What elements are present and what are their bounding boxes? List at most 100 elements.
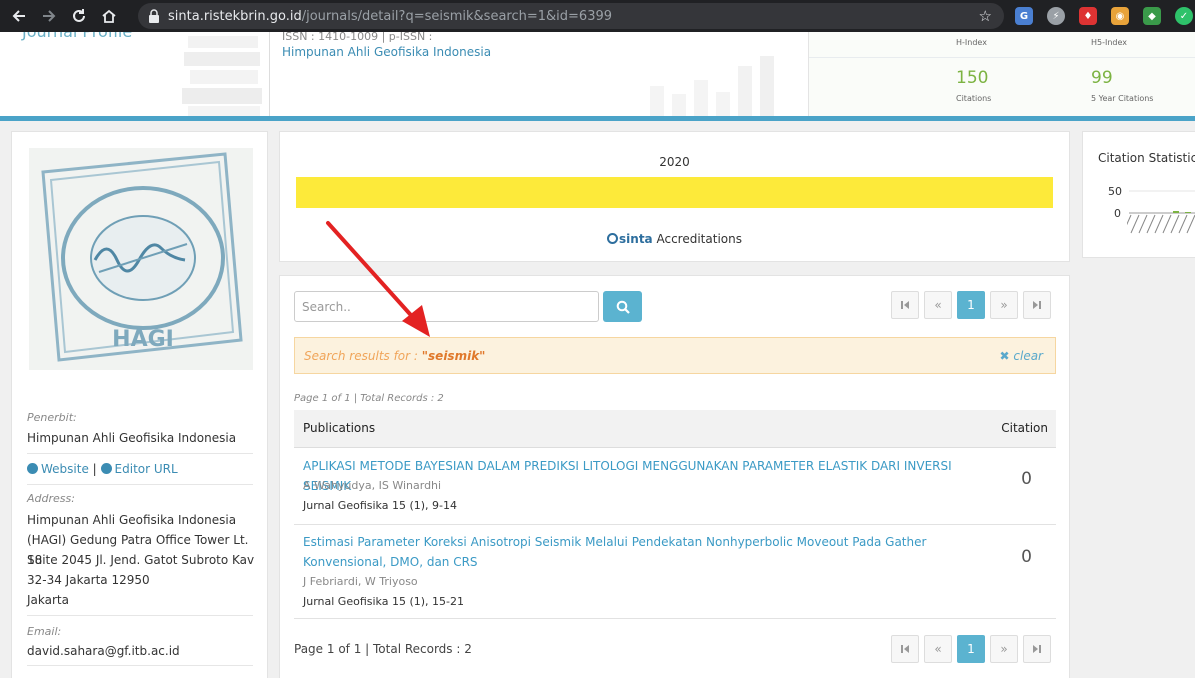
divider [27, 453, 253, 454]
last-page-icon [1033, 645, 1041, 653]
divider [27, 665, 253, 666]
back-button[interactable] [8, 5, 30, 27]
address-label: Address: [27, 492, 75, 505]
citation-count: 0 [1021, 469, 1032, 489]
address-bar[interactable]: sinta.ristekbrin.go.id/journals/detail?q… [138, 3, 1004, 29]
metrics-top-row [809, 32, 1195, 58]
address-line: 32-34 Jakarta 12950 [27, 573, 150, 587]
home-icon [102, 9, 116, 23]
citation-mini-chart [1127, 190, 1195, 234]
publisher-name: Himpunan Ahli Geofisika Indonesia [27, 431, 237, 445]
lock-icon [149, 9, 159, 23]
journal-header: Journal Profile ISSN : 1410-1009 | p-ISS… [0, 32, 1195, 116]
url-text: sinta.ristekbrin.go.id/journals/detail?q… [168, 8, 613, 24]
pagination-bottom: « 1 » [886, 635, 1051, 663]
y-tick-0: 0 [1114, 207, 1121, 220]
accreditations-text: Accreditations [656, 232, 742, 246]
search-button[interactable] [603, 291, 642, 322]
next-page-button[interactable]: » [990, 291, 1018, 319]
citation-statistics-title: Citation Statistics [1098, 151, 1195, 165]
divider [27, 615, 253, 616]
table-row: Estimasi Parameter Koreksi Anisotropi Se… [294, 525, 1056, 619]
forward-button[interactable] [38, 5, 60, 27]
sinta-logo-icon [607, 233, 619, 244]
record-count-bottom: Page 1 of 1 | Total Records : 2 [294, 642, 472, 656]
address-line: Jakarta [27, 593, 69, 607]
link-separator: | [92, 462, 97, 476]
table-header: Publications Citation [294, 410, 1056, 448]
email-value: david.sahara@gf.itb.ac.id [27, 644, 180, 658]
column-header-publications: Publications [303, 421, 376, 435]
browser-toolbar: sinta.ristekbrin.go.id/journals/detail?q… [0, 0, 1195, 32]
search-results-text: Search results for : "seismik" [304, 349, 486, 363]
links-row: Website | Editor URL [27, 459, 178, 479]
reload-button[interactable] [68, 5, 90, 27]
divider [27, 484, 253, 485]
decorative-bars [650, 56, 774, 116]
citation-statistics-panel: Citation Statistics 50 0 [1082, 131, 1195, 258]
publication-authors: A Wahyudya, IS Winardhi [303, 479, 442, 492]
extension-icon[interactable]: ✓ [1175, 7, 1193, 25]
extension-icon[interactable]: ♦ [1079, 7, 1097, 25]
home-button[interactable] [98, 5, 120, 27]
header-divider [269, 32, 270, 116]
pagination-top: « 1 » [886, 291, 1051, 319]
search-icon [616, 300, 630, 314]
five-year-citations-value: 99 [1091, 68, 1113, 88]
last-page-icon [1033, 301, 1041, 309]
accreditation-year: 2020 [659, 155, 690, 169]
svg-text:HAGI: HAGI [112, 327, 174, 352]
page-title: Journal Profile [22, 32, 132, 41]
prev-page-button[interactable]: « [924, 635, 952, 663]
record-count-top: Page 1 of 1 | Total Records : 2 [294, 393, 444, 404]
address-line: Himpunan Ahli Geofisika Indonesia [27, 513, 237, 527]
forward-arrow-icon [43, 10, 56, 22]
publication-venue: Jurnal Geofisika 15 (1), 9-14 [303, 499, 457, 512]
citations-value: 150 [956, 68, 989, 88]
books-illustration [182, 36, 262, 116]
last-page-button[interactable] [1023, 291, 1051, 319]
first-page-icon [901, 645, 909, 653]
accreditation-bar [296, 177, 1053, 208]
reload-icon [73, 9, 85, 22]
citations-label: Citations [956, 94, 992, 103]
first-page-icon [901, 301, 909, 309]
bookmark-star-icon[interactable]: ☆ [979, 7, 992, 25]
back-arrow-icon [12, 10, 25, 22]
publisher-label: Penerbit: [27, 411, 77, 424]
website-link[interactable]: Website [41, 462, 89, 476]
address-line: Suite 2045 Jl. Jend. Gatot Subroto Kav [27, 553, 255, 567]
first-page-button[interactable] [891, 291, 919, 319]
prev-page-button[interactable]: « [924, 291, 952, 319]
table-row: APLIKASI METODE BAYESIAN DALAM PREDIKSI … [294, 448, 1056, 525]
publication-venue: Jurnal Geofisika 15 (1), 15-21 [303, 595, 464, 608]
header-accent-strip [0, 116, 1195, 121]
column-header-citation: Citation [1001, 421, 1048, 435]
extension-icon[interactable]: ◆ [1143, 7, 1161, 25]
issn-text: ISSN : 1410-1009 | p-ISSN : [282, 32, 433, 43]
hagi-logo: HAGI [29, 148, 253, 370]
next-page-button[interactable]: » [990, 635, 1018, 663]
clear-search-link[interactable]: ✖ clear [1000, 349, 1044, 363]
extension-icon[interactable]: ◉ [1111, 7, 1129, 25]
publication-title-link[interactable]: Estimasi Parameter Koreksi Anisotropi Se… [303, 532, 993, 572]
search-term: "seismik" [421, 349, 486, 363]
editor-url-link[interactable]: Editor URL [115, 462, 178, 476]
publication-authors: J Febriardi, W Triyoso [303, 575, 418, 588]
email-label: Email: [27, 625, 62, 638]
page-1-button[interactable]: 1 [957, 635, 985, 663]
citation-count: 0 [1021, 547, 1032, 567]
extension-icon[interactable]: ⚡ [1047, 7, 1065, 25]
first-page-button[interactable] [891, 635, 919, 663]
globe-icon [100, 463, 112, 474]
publisher-link[interactable]: Himpunan Ahli Geofisika Indonesia [282, 45, 491, 59]
translate-extension-icon[interactable]: G [1015, 7, 1033, 25]
close-icon: ✖ [999, 349, 1010, 363]
page-1-button[interactable]: 1 [957, 291, 985, 319]
h5-index-label: H5-Index [1091, 38, 1128, 47]
annotation-arrow-icon [326, 221, 430, 337]
journal-sidebar: HAGI Penerbit: Himpunan Ahli Geofisika I… [11, 131, 268, 678]
y-tick-50: 50 [1108, 185, 1122, 198]
last-page-button[interactable] [1023, 635, 1051, 663]
sinta-brand: sinta [619, 232, 653, 246]
